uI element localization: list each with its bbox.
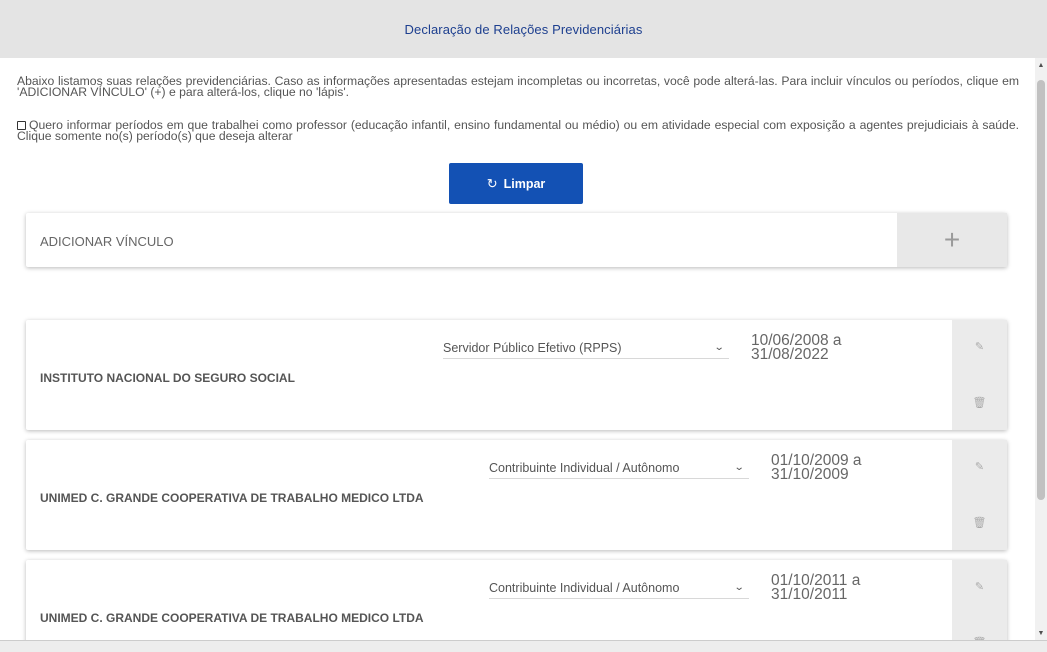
vinculo-actions: ✎ 🗑 xyxy=(952,560,1007,640)
refresh-icon: ↻ xyxy=(486,175,498,191)
limpar-button[interactable]: ↻ Limpar xyxy=(449,163,583,204)
vinculo-type-select[interactable]: Contribuinte Individual / Autônomo ⌄ xyxy=(489,577,749,599)
vinculo-type-value: Contribuinte Individual / Autônomo xyxy=(489,460,680,475)
page-header: Declaração de Relações Previdenciárias xyxy=(0,0,1047,58)
vinculo-name: UNIMED C. GRANDE COOPERATIVA DE TRABALHO… xyxy=(40,611,424,625)
vinculo-type-select[interactable]: Servidor Público Efetivo (RPPS) ⌄ xyxy=(443,337,729,359)
vinculo-end-date: 31/10/2009 xyxy=(771,466,849,483)
vinculo-card: INSTITUTO NACIONAL DO SEGURO SOCIAL Serv… xyxy=(26,320,1007,430)
add-vinculo-label: ADICIONAR VÍNCULO xyxy=(40,234,174,249)
delete-button[interactable]: 🗑 xyxy=(952,516,1007,529)
edit-button[interactable]: ✎ xyxy=(952,580,1007,593)
add-vinculo-button[interactable]: + xyxy=(897,213,1007,267)
delete-button[interactable]: 🗑 xyxy=(952,396,1007,409)
trash-icon: 🗑 xyxy=(972,397,987,409)
limpar-button-label: Limpar xyxy=(503,176,546,191)
vinculo-actions: ✎ 🗑 xyxy=(952,320,1007,430)
chevron-down-icon: ⌄ xyxy=(733,582,745,593)
vinculo-period: 01/10/2009 a 31/10/2009 xyxy=(771,453,862,483)
vinculo-card: UNIMED C. GRANDE COOPERATIVA DE TRABALHO… xyxy=(26,560,1007,640)
chevron-down-icon: ⌄ xyxy=(713,342,725,353)
vinculo-period: 10/06/2008 a 31/08/2022 xyxy=(751,333,842,363)
scrollbar-thumb[interactable] xyxy=(1037,80,1045,500)
vinculo-end-date: 31/08/2022 xyxy=(751,346,829,363)
intro-text: Abaixo listamos suas relações previdenci… xyxy=(17,74,1019,99)
pencil-icon: ✎ xyxy=(974,581,985,593)
page-title: Declaração de Relações Previdenciárias xyxy=(404,21,643,37)
vinculo-name: INSTITUTO NACIONAL DO SEGURO SOCIAL xyxy=(40,371,295,385)
main-content: Abaixo listamos suas relações previdenci… xyxy=(0,58,1035,640)
chevron-down-icon: ⌄ xyxy=(733,462,745,473)
vinculo-type-value: Servidor Público Efetivo (RPPS) xyxy=(443,340,622,355)
vinculo-type-select[interactable]: Contribuinte Individual / Autônomo ⌄ xyxy=(489,457,749,479)
edit-button[interactable]: ✎ xyxy=(952,460,1007,473)
professor-checkbox-row[interactable]: Quero informar períodos em que trabalhei… xyxy=(17,118,1019,143)
scroll-up-arrow-icon[interactable]: ▲ xyxy=(1035,60,1047,70)
vertical-scrollbar[interactable]: ▲ ▼ xyxy=(1035,58,1047,640)
professor-checkbox-label: Quero informar períodos em que trabalhei… xyxy=(17,118,1019,143)
vinculo-period: 01/10/2011 a 31/10/2011 xyxy=(771,573,860,603)
plus-icon: + xyxy=(943,224,961,255)
pencil-icon: ✎ xyxy=(974,461,985,473)
vinculo-name: UNIMED C. GRANDE COOPERATIVA DE TRABALHO… xyxy=(40,491,424,505)
edit-button[interactable]: ✎ xyxy=(952,340,1007,353)
bottom-edge xyxy=(0,640,1047,652)
pencil-icon: ✎ xyxy=(974,341,985,353)
scroll-down-arrow-icon[interactable]: ▼ xyxy=(1035,628,1047,638)
add-vinculo-card: ADICIONAR VÍNCULO + xyxy=(26,213,1007,267)
vinculo-actions: ✎ 🗑 xyxy=(952,440,1007,550)
vinculo-type-value: Contribuinte Individual / Autônomo xyxy=(489,580,680,595)
vinculo-card: UNIMED C. GRANDE COOPERATIVA DE TRABALHO… xyxy=(26,440,1007,550)
vinculo-end-date: 31/10/2011 xyxy=(771,586,848,603)
trash-icon: 🗑 xyxy=(972,517,987,529)
